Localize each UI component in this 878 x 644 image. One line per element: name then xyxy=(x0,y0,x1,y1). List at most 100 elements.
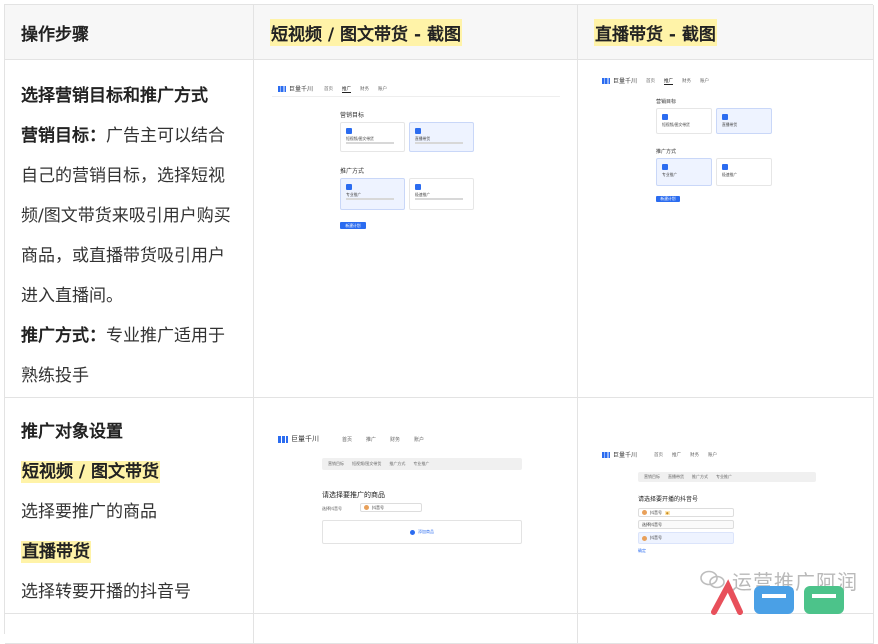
header-live-text: 直播带货 - 截图 xyxy=(594,18,717,46)
fast-icon xyxy=(415,184,421,190)
nav-promote-3[interactable]: 推广 xyxy=(366,436,376,443)
card-fast[interactable]: 极速推广 xyxy=(409,178,474,210)
nav-finance-3[interactable]: 财务 xyxy=(390,436,400,443)
card-fast-2[interactable]: 极速推广 xyxy=(716,158,772,186)
brand-logo-2: 巨量千川 xyxy=(602,76,637,85)
method-label: 推广方式： xyxy=(21,326,106,346)
card-video[interactable]: 短视频/图文带货 xyxy=(340,122,405,152)
header-video: 短视频 / 图文带货 - 截图 xyxy=(254,5,578,60)
card-pro-2[interactable]: 专业推广 xyxy=(656,158,712,186)
pro-icon xyxy=(346,184,352,190)
brand-text-4: 巨量千川 xyxy=(613,452,638,459)
logo-icon-3 xyxy=(278,435,288,443)
account-option[interactable]: 抖音号 xyxy=(638,532,734,544)
crumb-2: 短视频/图文带货 xyxy=(352,461,382,466)
crumb-2-b: 直播带货 xyxy=(668,474,684,479)
crumb-3-b: 推广方式 xyxy=(692,474,708,479)
method-section-title: 推广方式 xyxy=(340,168,365,175)
row1-description: 选择营销目标和推广方式 营销目标：广告主可以结合自己的营销目标，选择短视频/图文… xyxy=(5,60,254,398)
header-live: 直播带货 - 截图 xyxy=(578,5,874,60)
nav-promote[interactable]: 推广 xyxy=(342,86,351,93)
row2-title: 推广对象设置 xyxy=(21,422,123,442)
crumb-bar: 营销目标 短视频/图文带货 推广方式 专业推广 xyxy=(322,458,522,470)
top-nav-2: 首页 推广 财务 账户 xyxy=(646,78,709,85)
add-product-box[interactable]: 添加商品 xyxy=(322,520,522,544)
card-video-2[interactable]: 短视频/图文带货 xyxy=(656,108,712,134)
card-pro[interactable]: 专业推广 xyxy=(340,178,405,210)
nav-promote-2[interactable]: 推广 xyxy=(664,78,673,85)
method-section-title-2: 推广方式 xyxy=(656,149,677,155)
account-select[interactable]: 抖音号 xyxy=(360,503,422,512)
account-name: 抖音号 xyxy=(372,504,384,510)
nav-home-2[interactable]: 首页 xyxy=(646,78,655,85)
row1-title: 选择营销目标和推广方式 xyxy=(21,86,208,106)
live-icon xyxy=(415,128,421,134)
nav-account-4[interactable]: 账户 xyxy=(708,452,717,458)
nav-account-3[interactable]: 账户 xyxy=(414,436,424,443)
avatar-icon xyxy=(364,505,369,510)
plus-icon xyxy=(410,529,415,535)
nav-finance-4[interactable]: 财务 xyxy=(690,452,699,458)
header-video-text: 短视频 / 图文带货 - 截图 xyxy=(270,18,462,46)
header-steps-text: 操作步骤 xyxy=(21,24,89,45)
live-icon-2 xyxy=(722,114,728,120)
brand-text: 巨量千川 xyxy=(289,86,314,93)
brand-logo-3: 巨量千川 xyxy=(278,434,319,444)
brand-logo: 巨量千川 xyxy=(278,84,313,93)
nav-promote-4[interactable]: 推广 xyxy=(672,452,681,458)
account-select-2[interactable]: 抖音号 ● xyxy=(638,508,734,517)
nav-finance[interactable]: 财务 xyxy=(360,86,369,93)
card-fast-label-2: 极速推广 xyxy=(722,172,738,177)
row2-video-screenshot: 巨量千川 首页 推广 财务 账户 营销目标 短视频/图文带货 推广方式 专业推广… xyxy=(254,398,578,614)
confirm-link[interactable]: 确定 xyxy=(638,548,646,554)
nav-home[interactable]: 首页 xyxy=(324,86,333,93)
top-nav: 首页 推广 财务 账户 xyxy=(324,86,387,93)
crumb-4-b: 专业推广 xyxy=(716,474,732,479)
pro-icon-2 xyxy=(662,164,668,170)
goal-label: 营销目标： xyxy=(21,126,106,146)
card-live[interactable]: 直播带货 xyxy=(409,122,474,152)
video-icon xyxy=(346,128,352,134)
nav-account[interactable]: 账户 xyxy=(378,86,387,93)
top-nav-3: 首页 推广 财务 账户 xyxy=(342,436,424,443)
new-plan-button-2[interactable]: 新建计划 xyxy=(656,196,680,202)
nav-account-2[interactable]: 账户 xyxy=(700,78,709,85)
new-plan-button[interactable]: 新建计划 xyxy=(340,222,366,229)
crumb-3: 推广方式 xyxy=(389,461,406,466)
account-search[interactable]: 选择抖音号 xyxy=(638,520,734,529)
row3-description xyxy=(5,614,254,644)
avatar-icon-2 xyxy=(642,510,647,515)
logo-icon-4 xyxy=(602,451,610,458)
add-product-text: 添加商品 xyxy=(418,529,434,534)
video-text: 选择要推广的商品 xyxy=(21,502,157,522)
crumb-bar-2: 营销目标 直播带货 推广方式 专业推广 xyxy=(638,472,816,482)
pick-account-title: 请选择要开播的抖音号 xyxy=(638,496,699,503)
account-tag: ● xyxy=(665,510,670,515)
card-live-2[interactable]: 直播带货 xyxy=(716,108,772,134)
steps-table: 操作步骤 短视频 / 图文带货 - 截图 直播带货 - 截图 选择营销目标和推广… xyxy=(4,4,874,644)
row2-description: 推广对象设置 短视频 / 图文带货 选择要推广的商品 直播带货 选择转要开播的抖… xyxy=(5,398,254,614)
header-steps: 操作步骤 xyxy=(5,5,254,60)
account-search-text: 选择抖音号 xyxy=(642,521,662,527)
live-label: 直播带货 xyxy=(21,541,91,563)
brand-logo-4: 巨量千川 xyxy=(602,450,637,459)
row1-goal: 营销目标：广告主可以结合自己的营销目标，选择短视频/图文带货来吸引用户购买商品，… xyxy=(21,116,237,316)
pick-product-title: 请选择要推广的商品 xyxy=(322,491,385,499)
card-live-label-2: 直播带货 xyxy=(722,122,738,127)
crumb-1-b: 营销目标 xyxy=(644,474,660,479)
crumb-4: 专业推广 xyxy=(413,461,430,466)
goal-section-title: 营销目标 xyxy=(340,112,365,119)
crumb-1: 营销目标 xyxy=(328,461,344,466)
video-icon-2 xyxy=(662,114,668,120)
row1-video-screenshot: 巨量千川 首页 推广 财务 账户 营销目标 短视频/图文带货 直播带货 推广方式… xyxy=(254,60,578,398)
card-video-label-2: 短视频/图文带货 xyxy=(662,122,690,127)
brand-text-3: 巨量千川 xyxy=(291,435,319,443)
goal-text: 广告主可以结合自己的营销目标，选择短视频/图文带货来吸引用户购买商品，或直播带货… xyxy=(21,126,231,306)
nav-home-3[interactable]: 首页 xyxy=(342,436,352,443)
account-name-2: 抖音号 xyxy=(650,509,662,515)
top-nav-4: 首页 推广 财务 账户 xyxy=(654,452,717,458)
nav-home-4[interactable]: 首页 xyxy=(654,452,663,458)
nav-finance-2[interactable]: 财务 xyxy=(682,78,691,85)
video-label: 短视频 / 图文带货 xyxy=(21,461,161,483)
account-label: 选择抖音号 xyxy=(322,506,342,511)
